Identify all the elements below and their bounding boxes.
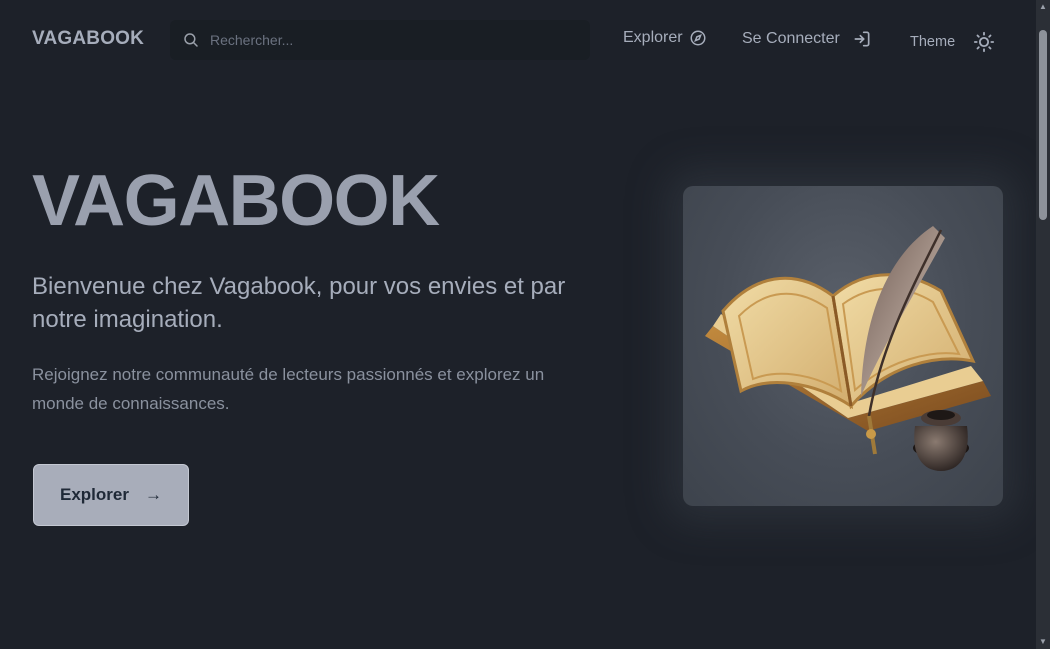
navbar: VAGABOOK Explorer Se Connecter: [0, 0, 1036, 80]
page: VAGABOOK Explorer Se Connecter: [0, 0, 1050, 649]
theme-label: Theme: [910, 34, 956, 50]
arrow-right-icon: →: [144, 485, 162, 504]
open-book-with-quill-illustration: [705, 226, 991, 471]
nav-explorer-link[interactable]: Explorer: [623, 29, 707, 47]
nav-login-link[interactable]: Se Connecter: [742, 29, 872, 49]
nav-explorer-label: Explorer: [623, 29, 683, 46]
brand-logo[interactable]: VAGABOOK: [32, 28, 144, 50]
scroll-up-icon[interactable]: ▲: [1039, 3, 1047, 11]
hero-subtitle: Bienvenue chez Vagabook, pour vos envies…: [32, 273, 566, 333]
hero-title: VAGABOOK: [32, 161, 440, 241]
hero-illustration: [683, 186, 1003, 506]
compass-icon: [690, 30, 706, 46]
search-bar[interactable]: [170, 20, 590, 60]
scroll-down-icon[interactable]: ▼: [1039, 638, 1047, 646]
explore-button-label: Explorer: [60, 485, 129, 504]
vertical-scrollbar[interactable]: ▲ ▼: [1036, 0, 1050, 649]
search-input[interactable]: [210, 32, 590, 48]
scrollbar-thumb[interactable]: [1039, 30, 1047, 220]
theme-toggle[interactable]: Theme: [910, 31, 995, 53]
hero-description: Rejoignez notre communauté de lecteurs p…: [32, 365, 545, 413]
sun-icon: [974, 31, 995, 53]
explore-button[interactable]: Explorer →: [33, 464, 189, 526]
nav-login-label: Se Connecter: [742, 30, 840, 47]
login-icon: [854, 31, 870, 47]
search-icon: [184, 33, 198, 47]
